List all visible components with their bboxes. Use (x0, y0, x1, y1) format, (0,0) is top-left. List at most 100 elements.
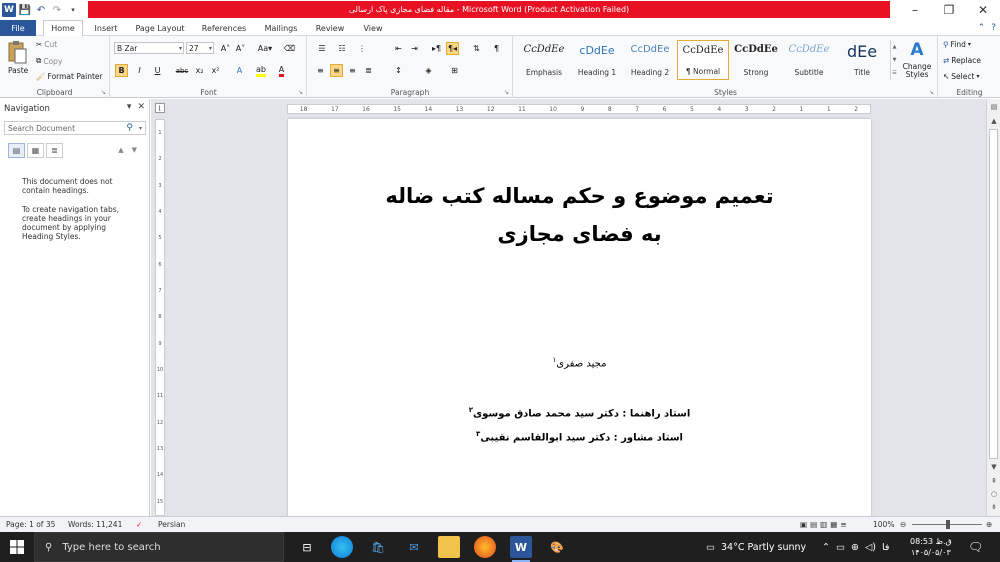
styles-launcher-icon[interactable]: ↘ (929, 89, 934, 96)
tab-mailings[interactable]: Mailings (258, 20, 304, 36)
style-heading-2[interactable]: CcDdEe Heading 2 (624, 40, 676, 80)
zoom-out-icon[interactable]: ⊖ (900, 520, 906, 529)
grow-font-button[interactable]: A˄ (219, 42, 232, 55)
restore-button[interactable]: ❐ (932, 0, 966, 20)
style-title[interactable]: dEe Title (836, 40, 888, 80)
language-indicator[interactable]: Persian (158, 520, 185, 529)
previous-icon[interactable]: ▲ (118, 146, 123, 154)
close-button[interactable]: ✕ (966, 0, 1000, 20)
task-view-icon[interactable]: ⊟ (296, 536, 318, 558)
tab-view[interactable]: View (356, 20, 390, 36)
taskbar-search-box[interactable]: ⚲ Type here to search (34, 532, 284, 562)
weather-widget[interactable]: ▭ 34°C Partly sunny (706, 532, 806, 562)
cut-button[interactable]: ✂ Cut (36, 40, 57, 49)
page-count[interactable]: Page: 1 of 35 (6, 520, 55, 529)
undo-icon[interactable]: ↶ (34, 3, 48, 17)
previous-page-icon[interactable]: ⇞ (988, 475, 1000, 487)
vertical-scrollbar[interactable]: ▤ ▲ ▼ ⇞ ○ ⇟ (986, 99, 1000, 516)
edge-icon[interactable] (331, 536, 353, 558)
tab-selector-icon[interactable]: ⌊ (155, 103, 165, 113)
clipboard-launcher-icon[interactable]: ↘ (101, 89, 106, 96)
redo-icon[interactable]: ↷ (50, 3, 64, 17)
line-spacing-icon[interactable]: ↕ (392, 64, 405, 77)
style-subtitle[interactable]: CcDdEe Subtitle (783, 40, 835, 80)
borders-icon[interactable]: ⊞ (448, 64, 461, 77)
style-emphasis[interactable]: CcDdEe Emphasis (518, 40, 570, 80)
tab-page-layout[interactable]: Page Layout (130, 20, 190, 36)
word-taskbar-icon[interactable]: W (510, 536, 532, 562)
align-center-icon[interactable]: ≡ (330, 64, 343, 77)
rtl-icon[interactable]: ¶◂ (446, 42, 459, 55)
multilevel-list-icon[interactable]: ⋮ (354, 42, 370, 55)
chevron-down-icon[interactable]: ▼ (893, 57, 897, 63)
ruler-toggle-icon[interactable]: ▤ (988, 101, 1000, 113)
font-name-combo[interactable]: B Zar ▾ (114, 42, 184, 54)
tab-review[interactable]: Review (310, 20, 350, 36)
shrink-font-button[interactable]: A˅ (234, 42, 247, 55)
align-left-icon[interactable]: ≡ (314, 64, 327, 77)
highlight-icon[interactable]: ab (253, 64, 269, 77)
scroll-thumb[interactable] (989, 129, 998, 459)
chevron-up-icon[interactable]: ⌃ (822, 542, 830, 553)
tab-file[interactable]: File (0, 20, 36, 36)
paragraph-launcher-icon[interactable]: ↘ (504, 89, 509, 96)
strikethrough-button[interactable]: abc (174, 64, 190, 77)
scroll-down-icon[interactable]: ▼ (988, 461, 1000, 473)
browse-object-icon[interactable]: ○ (988, 488, 1000, 500)
save-icon[interactable]: 💾 (18, 3, 32, 17)
superscript-button[interactable]: x² (209, 64, 222, 77)
battery-icon[interactable]: ▭ (836, 542, 845, 553)
vertical-ruler[interactable]: 1 2 3 4 5 6 7 8 9 10 11 12 13 14 15 (155, 119, 165, 516)
minimize-ribbon-icon[interactable]: ⌃ (978, 23, 986, 33)
format-painter-button[interactable]: 🖌 Format Painter (36, 72, 103, 81)
word-app-icon[interactable]: W (2, 3, 16, 17)
file-explorer-icon[interactable] (438, 536, 460, 558)
replace-button[interactable]: ⇄ Replace (943, 56, 981, 65)
mail-icon[interactable]: ✉ (403, 536, 425, 558)
change-styles-button[interactable]: Change Styles (900, 63, 934, 79)
bullets-icon[interactable]: ☰ (314, 42, 330, 55)
text-effects-icon[interactable]: A (233, 64, 246, 77)
decrease-indent-icon[interactable]: ⇤ (392, 42, 405, 55)
copy-button[interactable]: ⧉ Copy (36, 56, 62, 66)
style-strong[interactable]: CcDdEe Strong (730, 40, 782, 80)
style-normal[interactable]: CcDdEe ¶ Normal (677, 40, 729, 80)
justify-icon[interactable]: ≣ (362, 64, 375, 77)
select-button[interactable]: ↖ Select ▾ (943, 72, 979, 81)
show-marks-button[interactable]: ¶ (490, 42, 503, 55)
increase-indent-icon[interactable]: ⇥ (408, 42, 421, 55)
change-styles-icon[interactable]: A (904, 40, 930, 60)
firefox-icon[interactable] (474, 536, 496, 558)
pane-options-icon[interactable]: ▾ (127, 102, 132, 112)
zoom-level[interactable]: 100% (873, 520, 894, 529)
view-buttons[interactable]: ▣▤▥▦≡ (800, 520, 850, 529)
zoom-slider-thumb[interactable] (946, 520, 950, 529)
input-language[interactable]: فا (882, 542, 889, 553)
scroll-up-icon[interactable]: ▲ (988, 115, 1000, 127)
notifications-icon[interactable]: 🗨 (968, 532, 983, 562)
chevron-down-icon[interactable]: ▾ (139, 125, 142, 132)
tab-references[interactable]: References (196, 20, 252, 36)
font-color-icon[interactable]: A (275, 64, 288, 77)
align-right-icon[interactable]: ≡ (346, 64, 359, 77)
paste-icon[interactable] (6, 39, 28, 65)
font-size-combo[interactable]: 27 ▾ (186, 42, 214, 54)
proofing-icon[interactable]: ✓ (136, 520, 142, 529)
search-document-input[interactable]: Search Document ⚲ ▾ (4, 121, 146, 135)
bold-button[interactable]: B (115, 64, 128, 77)
zoom-in-icon[interactable]: ⊕ (986, 520, 992, 529)
font-launcher-icon[interactable]: ↘ (298, 89, 303, 96)
subscript-button[interactable]: x₂ (193, 64, 206, 77)
browse-pages-icon[interactable]: ▦ (27, 143, 44, 158)
shading-icon[interactable]: ◈ (422, 64, 435, 77)
paint-icon[interactable]: 🎨 (546, 536, 568, 558)
change-case-button[interactable]: Aa▾ (256, 42, 274, 55)
find-button[interactable]: ⚲ Find ▾ (943, 40, 971, 49)
style-heading-1[interactable]: cDdEe Heading 1 (571, 40, 623, 80)
italic-button[interactable]: I (133, 64, 146, 77)
document-page[interactable]: تعمیم موضوع و حکم مساله کتب ضاله به فضای… (288, 119, 871, 516)
word-count[interactable]: Words: 11,241 (68, 520, 122, 529)
tab-insert[interactable]: Insert (88, 20, 124, 36)
customize-qat-icon[interactable]: ▾ (66, 3, 80, 17)
horizontal-ruler[interactable]: 18 17 16 15 14 13 12 11 10 9 8 7 6 5 4 3 2 1 1 2 (287, 104, 871, 114)
